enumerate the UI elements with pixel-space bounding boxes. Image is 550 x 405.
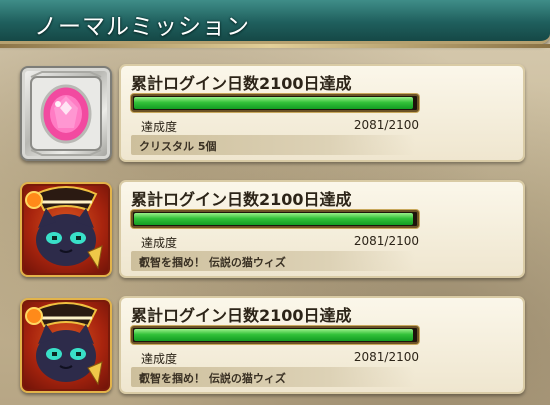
reward-strip: 叡智を掴め！ 伝説の猫ウィズ xyxy=(131,251,415,271)
progress-value: 2081/2100 xyxy=(353,118,419,132)
progress-bar-fill xyxy=(134,97,414,109)
progress-value: 2081/2100 xyxy=(353,350,419,364)
page-title: ノーマルミッション xyxy=(34,14,250,40)
progress-bar-fill xyxy=(134,329,414,341)
progress-bar xyxy=(131,326,419,344)
mission-item[interactable]: 累計ログイン日数2100日達成 達成度 2081/2100 クリスタル 5個 xyxy=(16,64,528,168)
progress-bar-fill xyxy=(134,213,414,225)
cat-wiz-card-icon xyxy=(20,298,112,393)
progress-bar xyxy=(131,210,419,228)
progress-label: 達成度 xyxy=(141,352,178,366)
crystal-gem-icon xyxy=(20,66,112,161)
header-bar: ノーマルミッション xyxy=(0,0,550,48)
mission-item[interactable]: 累計ログイン日数2100日達成 達成度 2081/2100 叡智を掴め！ 伝説の… xyxy=(16,296,528,400)
reward-name: 叡智を掴め！ 伝説の猫ウィズ xyxy=(139,372,286,385)
mission-title: 累計ログイン日数2100日達成 xyxy=(131,306,352,325)
mission-title: 累計ログイン日数2100日達成 xyxy=(131,190,352,209)
mission-screen: ノーマルミッション 累計ログイン日数2100日達成 達成度 2081/2100 … xyxy=(0,0,550,405)
mission-item[interactable]: 累計ログイン日数2100日達成 達成度 2081/2100 叡智を掴め！ 伝説の… xyxy=(16,180,528,284)
progress-bar xyxy=(131,94,419,112)
mission-card: 累計ログイン日数2100日達成 達成度 2081/2100 叡智を掴め！ 伝説の… xyxy=(119,296,525,394)
progress-label: 達成度 xyxy=(141,236,178,250)
mission-card: 累計ログイン日数2100日達成 達成度 2081/2100 クリスタル 5個 xyxy=(119,64,525,162)
mission-card: 累計ログイン日数2100日達成 達成度 2081/2100 叡智を掴め！ 伝説の… xyxy=(119,180,525,278)
reward-name: 叡智を掴め！ 伝説の猫ウィズ xyxy=(139,256,286,269)
mission-title: 累計ログイン日数2100日達成 xyxy=(131,74,352,93)
cat-wiz-card-icon xyxy=(20,182,112,277)
progress-value: 2081/2100 xyxy=(353,234,419,248)
reward-name: クリスタル 5個 xyxy=(139,140,217,153)
progress-label: 達成度 xyxy=(141,120,178,134)
reward-strip: クリスタル 5個 xyxy=(131,135,415,155)
reward-strip: 叡智を掴め！ 伝説の猫ウィズ xyxy=(131,367,415,387)
